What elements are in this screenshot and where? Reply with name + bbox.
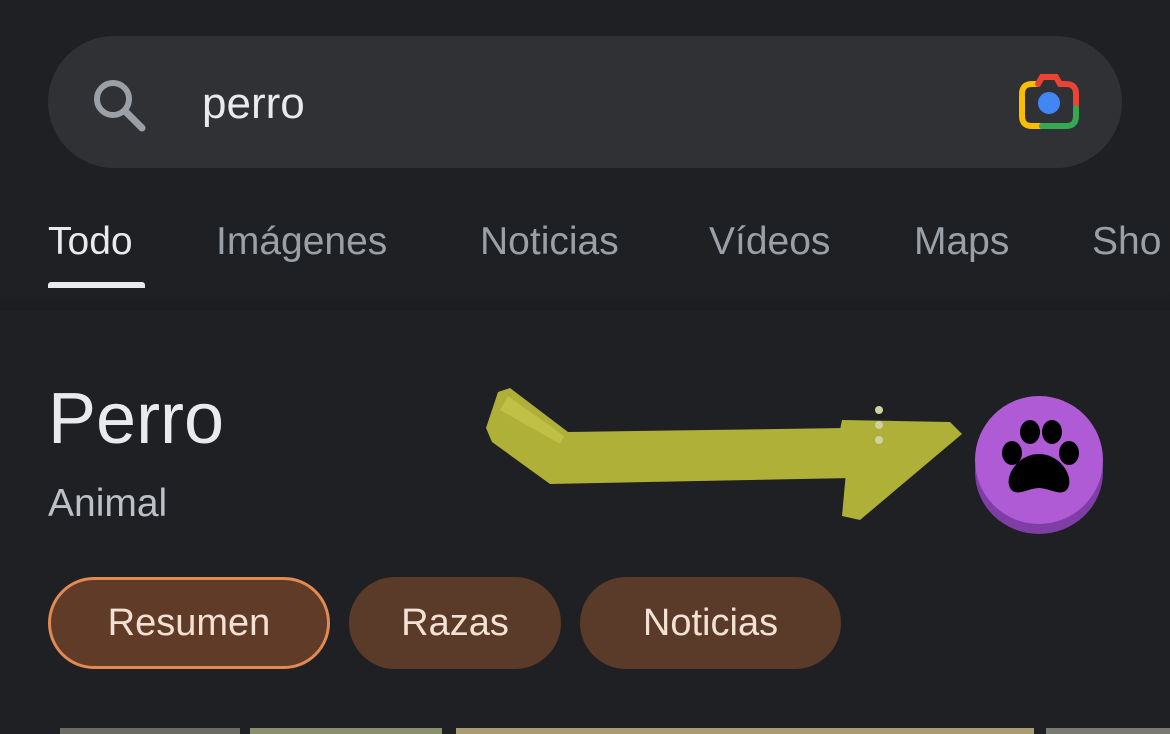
chip-noticias[interactable]: Noticias	[580, 577, 841, 669]
tab-noticias[interactable]: Noticias	[480, 220, 619, 264]
tab-imagenes[interactable]: Imágenes	[216, 220, 387, 264]
entity-subtitle: Animal	[48, 482, 168, 525]
google-lens-icon[interactable]	[1016, 72, 1082, 132]
paw-icon[interactable]	[972, 390, 1106, 536]
chip-resumen[interactable]: Resumen	[48, 577, 330, 669]
search-input[interactable]: perro	[202, 76, 305, 132]
carousel-image[interactable]	[456, 728, 1034, 734]
arrow-icon	[486, 388, 962, 520]
active-tab-indicator	[48, 282, 145, 288]
image-carousel[interactable]	[0, 728, 1170, 734]
more-options-icon[interactable]	[872, 404, 886, 448]
entity-title: Perro	[48, 379, 225, 459]
carousel-image[interactable]	[250, 728, 442, 734]
carousel-image[interactable]	[60, 728, 240, 734]
tab-todo[interactable]: Todo	[48, 220, 133, 264]
chip-razas[interactable]: Razas	[349, 577, 561, 669]
search-icon[interactable]	[90, 76, 148, 134]
tab-shopping[interactable]: Sho	[1092, 220, 1161, 264]
tab-videos[interactable]: Vídeos	[709, 220, 830, 264]
search-tabs: Todo Imágenes Noticias Vídeos Maps Sho	[0, 210, 1170, 290]
carousel-image[interactable]	[1046, 728, 1170, 734]
tab-maps[interactable]: Maps	[914, 220, 1009, 264]
tabs-divider	[0, 290, 1170, 310]
